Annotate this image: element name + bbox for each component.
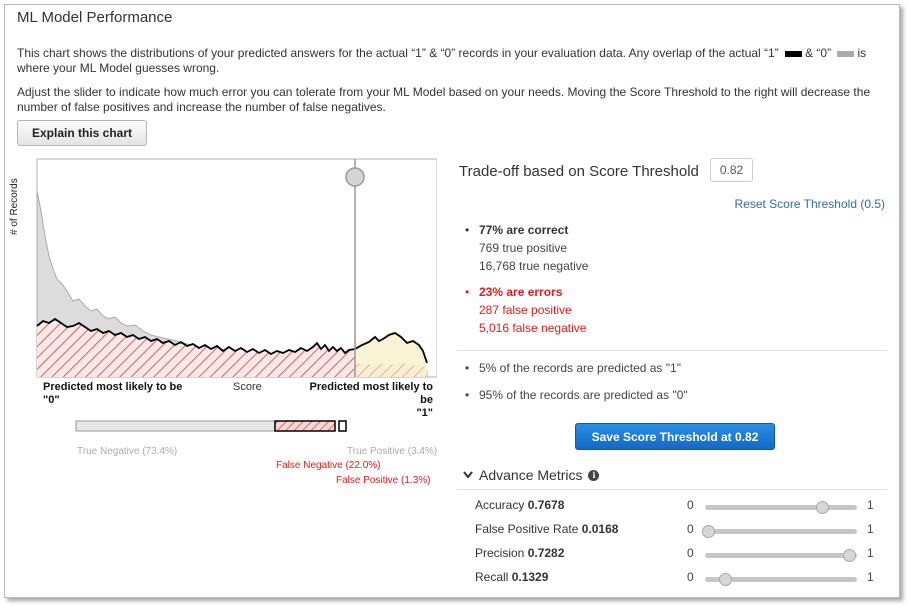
chevron-down-icon <box>463 471 473 479</box>
outcome-breakdown-bar: True Negative (73.4%) True Positive (3.4… <box>75 420 455 490</box>
tradeoff-title: Trade-off based on Score Threshold <box>459 163 699 180</box>
metric-slider-track <box>701 525 857 538</box>
metric-slider-track <box>705 573 857 586</box>
actual-1-swatch <box>785 50 803 57</box>
metric-slider-knob[interactable] <box>843 549 857 562</box>
actual-0-swatch <box>837 50 855 57</box>
true-negative-segment <box>75 420 276 432</box>
x-label-right: Predicted most likely to be "1" <box>309 381 433 419</box>
distribution-chart-svg <box>36 158 438 378</box>
breakdown-bar-svg <box>75 420 347 432</box>
false-positive-label: False Positive (1.3%) <box>336 475 431 486</box>
distribution-chart <box>17 151 438 411</box>
divider <box>457 350 887 351</box>
predicted-0-summary: 95% of the records are predicted as "0" <box>465 388 688 402</box>
slider-description: Adjust the slider to indicate how much e… <box>17 85 871 114</box>
true-negative-count: 16,768 true negative <box>479 259 589 273</box>
info-icon[interactable]: i <box>588 469 600 481</box>
score-threshold-input[interactable]: 0.82 <box>710 158 753 182</box>
false-positive-count: 287 false positive <box>479 303 572 317</box>
metric-slider-knob[interactable] <box>815 501 829 514</box>
metric-label: Accuracy 0.7678 <box>475 498 565 512</box>
chart-description: This chart shows the distributions of yo… <box>17 46 867 75</box>
correct-summary: 77% are correct <box>465 221 885 239</box>
metric-label: Precision 0.7282 <box>475 546 565 560</box>
metric-slider-track <box>705 549 857 562</box>
metric-row: Accuracy 0.7678 0 1 <box>475 498 874 514</box>
x-label-left: Predicted most likely to be "0" <box>43 381 183 406</box>
true-positive-segment <box>338 420 347 432</box>
metric-slider-knob[interactable] <box>701 525 715 538</box>
ml-performance-panel: ML Model Performance This chart shows th… <box>4 4 900 598</box>
metric-row: Recall 0.1329 0 1 <box>475 570 874 586</box>
metric-slider-knob[interactable] <box>719 573 733 586</box>
false-negative-segment <box>274 420 336 432</box>
metric-label: Recall 0.1329 <box>475 570 549 584</box>
false-negative-count: 5,016 false negative <box>479 321 587 335</box>
metric-row: False Positive Rate 0.0168 0 1 <box>475 522 874 538</box>
threshold-stats: 77% are correct 769 true positive 16,768… <box>465 221 885 337</box>
divider <box>457 489 887 490</box>
true-negative-label: True Negative (73.4%) <box>77 446 178 457</box>
tradeoff-panel: Trade-off based on Score Threshold 0.82 … <box>457 153 887 599</box>
true-positive-label: True Positive (3.4%) <box>347 446 438 457</box>
page-title: ML Model Performance <box>17 9 173 26</box>
x-axis-label: Score <box>233 381 262 393</box>
reset-threshold-link[interactable]: Reset Score Threshold (0.5) <box>734 197 885 211</box>
true-positive-count: 769 true positive <box>479 241 568 255</box>
explain-chart-button[interactable]: Explain this chart <box>17 120 147 146</box>
predicted-1-summary: 5% of the records are predicted as "1" <box>465 361 681 375</box>
metric-slider-track <box>705 501 857 514</box>
save-threshold-button[interactable]: Save Score Threshold at 0.82 <box>575 423 775 450</box>
threshold-slider-handle[interactable] <box>345 167 365 187</box>
advance-metrics-toggle[interactable]: Advance Metrics i <box>463 467 600 483</box>
metric-row: Precision 0.7282 0 1 <box>475 546 874 562</box>
false-negative-label: False Negative (22.0%) <box>276 460 381 471</box>
metric-label: False Positive Rate 0.0168 <box>475 522 619 536</box>
error-summary: 23% are errors <box>465 283 885 301</box>
